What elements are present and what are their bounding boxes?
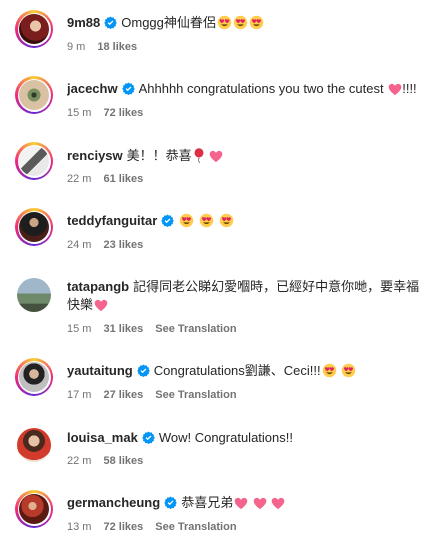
comment-likes[interactable]: 72 likes xyxy=(103,107,143,119)
comment-time: 22 m xyxy=(67,173,92,185)
comment-text: Omggg神仙眷侶 xyxy=(121,15,216,30)
comment-username[interactable]: renciysw xyxy=(67,148,123,163)
comment-likes[interactable]: 58 likes xyxy=(103,455,143,467)
comment-text: Wow! Congratulations!! xyxy=(158,430,293,445)
pink-heart-emoji-icon xyxy=(234,496,248,515)
comment-time: 13 m xyxy=(67,521,92,533)
comment-time: 15 m xyxy=(67,323,92,335)
comment-time: 9 m xyxy=(67,41,86,53)
see-translation-link[interactable]: See Translation xyxy=(155,323,236,335)
heart-eyes-emoji-icon xyxy=(179,213,194,233)
pink-heart-emoji-icon xyxy=(209,149,223,168)
heart-eyes-emoji-icon xyxy=(233,15,248,35)
pink-heart-emoji-icon xyxy=(253,496,267,515)
verified-badge-icon xyxy=(121,81,135,100)
heart-eyes-emoji-icon xyxy=(217,15,232,35)
comment-text: 恭喜兄弟 xyxy=(181,495,234,510)
avatar[interactable] xyxy=(15,276,53,314)
verified-badge-icon xyxy=(142,430,155,449)
pink-heart-emoji-icon xyxy=(271,496,285,515)
comment-likes[interactable]: 18 likes xyxy=(97,41,137,53)
comment-username[interactable]: jacechw xyxy=(67,81,118,96)
comment-text: 美！！恭喜 xyxy=(126,148,192,163)
see-translation-link[interactable]: See Translation xyxy=(155,521,236,533)
comment-text: Ahhhhh congratulations you two the cutes… xyxy=(138,81,384,96)
comment-time: 24 m xyxy=(67,239,92,251)
comment-username[interactable]: germancheung xyxy=(67,495,160,510)
heart-eyes-emoji-icon xyxy=(219,213,234,233)
avatar[interactable] xyxy=(15,358,53,396)
heart-eyes-emoji-icon xyxy=(341,363,356,383)
comment-text-line2: 快樂 xyxy=(67,297,94,312)
comment-time: 15 m xyxy=(67,107,92,119)
pink-heart-emoji-icon xyxy=(388,82,402,101)
comment-username[interactable]: 9m88 xyxy=(67,15,100,30)
comment-username[interactable]: teddyfanguitar xyxy=(67,213,157,228)
verified-badge-icon xyxy=(164,495,177,514)
verified-badge-icon xyxy=(104,15,118,34)
avatar[interactable] xyxy=(15,208,53,246)
comment-likes[interactable]: 27 likes xyxy=(103,389,143,401)
comment-text: Congratulations劉謙、Ceci!!! xyxy=(153,363,321,378)
comment-time: 17 m xyxy=(67,389,92,401)
avatar[interactable] xyxy=(15,426,53,464)
pink-heart-emoji-icon xyxy=(94,298,108,317)
comment-text: 記得同老公睇幻愛嗰時，已經好中意你哋，要幸福 xyxy=(133,279,420,294)
balloon-emoji-icon xyxy=(193,148,205,168)
avatar[interactable] xyxy=(15,76,53,114)
comment-likes[interactable]: 61 likes xyxy=(103,173,143,185)
comment-trail-text: !!!! xyxy=(402,81,417,96)
comment-username[interactable]: yautaitung xyxy=(67,363,133,378)
comment-username[interactable]: louisa_mak xyxy=(67,430,138,445)
comment-likes[interactable]: 72 likes xyxy=(103,521,143,533)
see-translation-link[interactable]: See Translation xyxy=(155,389,236,401)
heart-eyes-emoji-icon xyxy=(322,363,337,383)
heart-eyes-emoji-icon xyxy=(249,15,264,35)
avatar[interactable] xyxy=(15,10,53,48)
verified-badge-icon xyxy=(161,213,175,232)
avatar[interactable] xyxy=(15,142,53,180)
comment-likes[interactable]: 23 likes xyxy=(103,239,143,251)
heart-eyes-emoji-icon xyxy=(199,213,214,233)
verified-badge-icon xyxy=(136,363,150,382)
comment-username[interactable]: tatapangb xyxy=(67,279,129,294)
avatar[interactable] xyxy=(15,490,53,528)
comment-time: 22 m xyxy=(67,455,92,467)
comment-likes[interactable]: 31 likes xyxy=(103,323,143,335)
